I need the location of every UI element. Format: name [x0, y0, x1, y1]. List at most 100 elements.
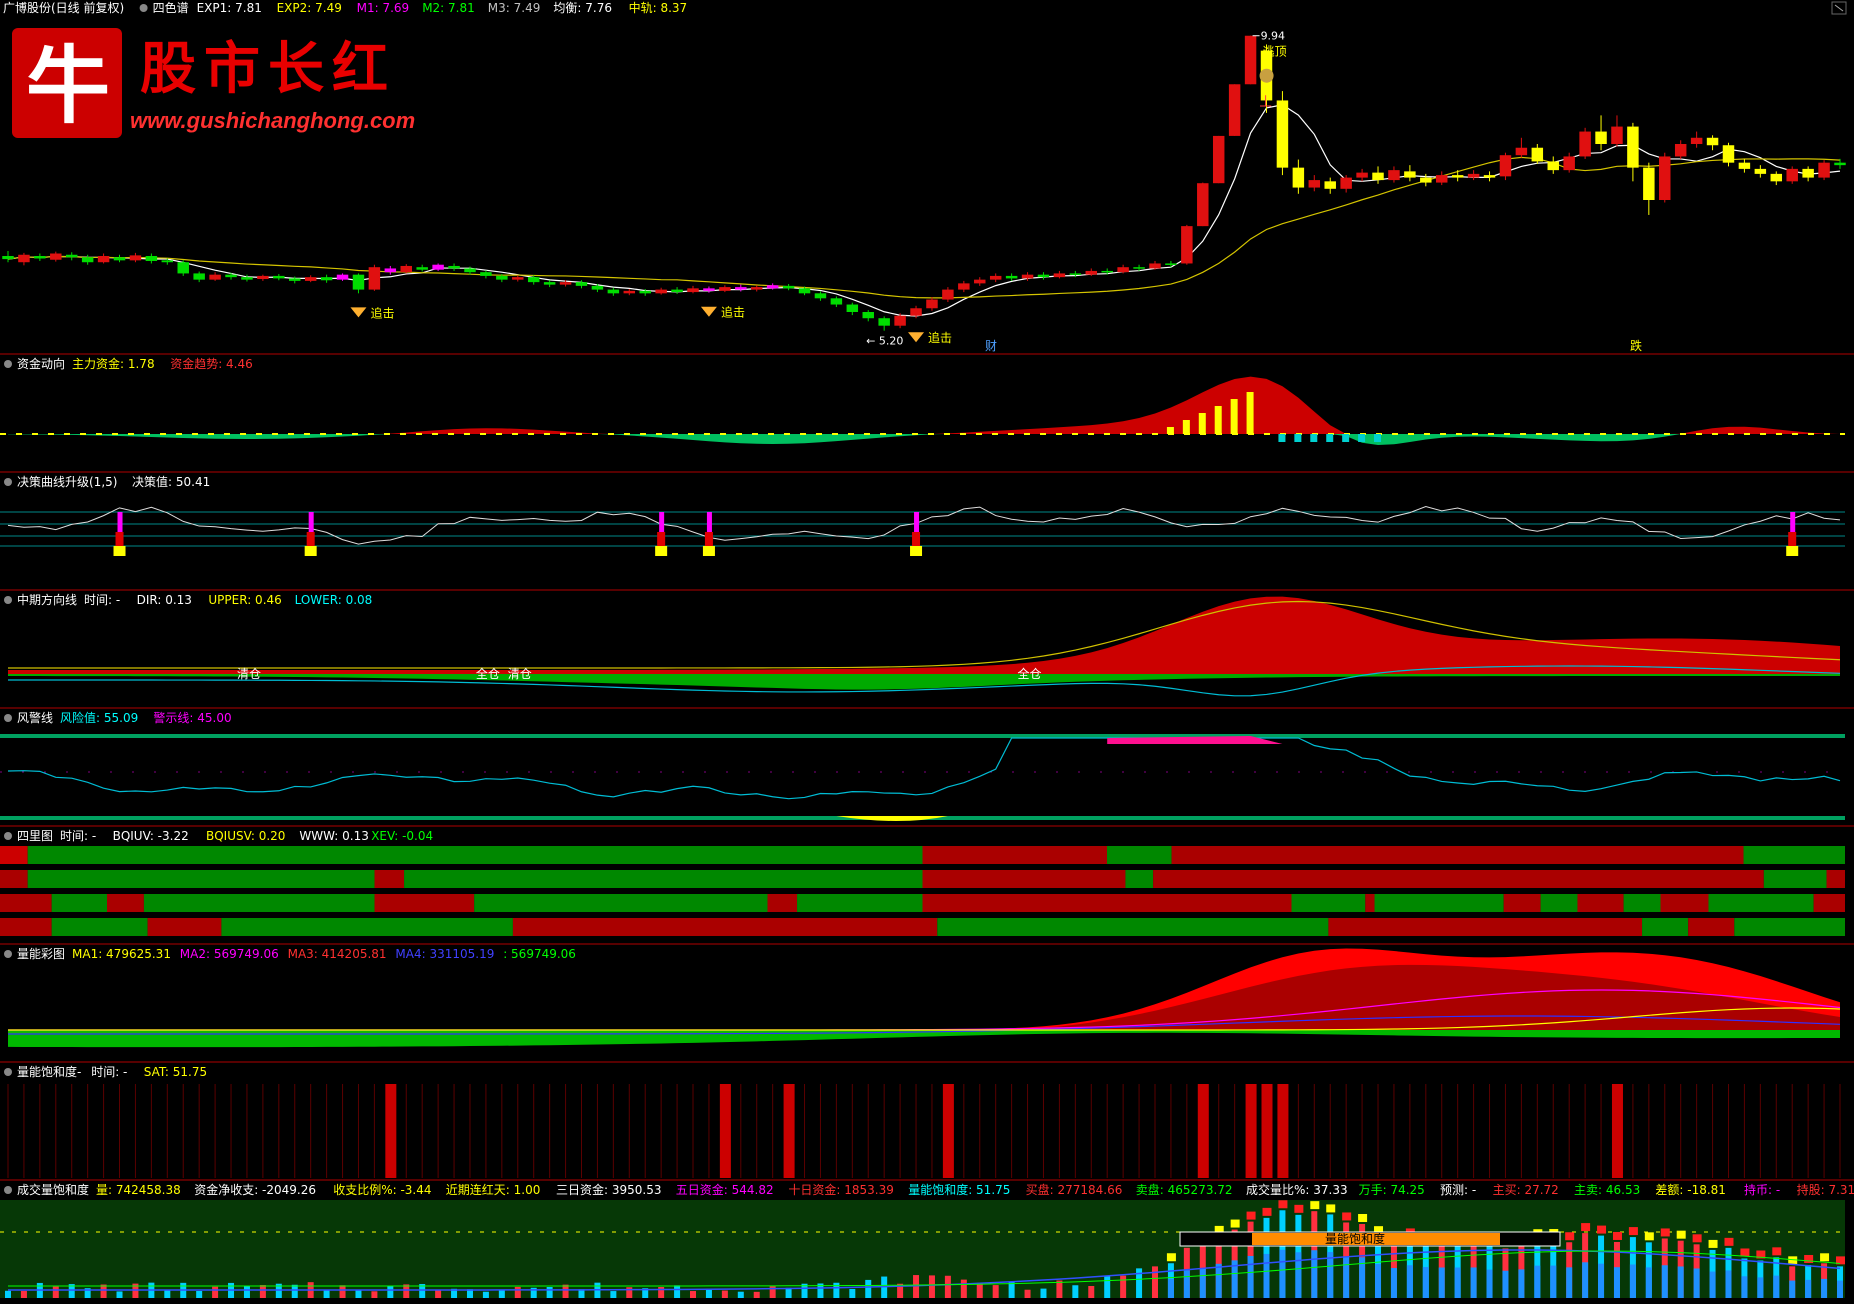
- candle[interactable]: [1420, 177, 1432, 183]
- candle[interactable]: [591, 285, 604, 290]
- candle[interactable]: [735, 287, 747, 290]
- volume-bar[interactable]: [387, 1285, 394, 1298]
- candle[interactable]: [50, 253, 62, 260]
- volume-bar[interactable]: [865, 1279, 872, 1298]
- volume-bar[interactable]: [482, 1291, 489, 1298]
- volume-bar[interactable]: [291, 1284, 298, 1298]
- candle[interactable]: [1101, 270, 1113, 273]
- volume-bar[interactable]: [435, 1290, 442, 1298]
- volume-bar[interactable]: [1072, 1285, 1079, 1298]
- candle[interactable]: [496, 275, 508, 280]
- candle[interactable]: [512, 277, 524, 280]
- candle[interactable]: [1037, 274, 1050, 278]
- candle[interactable]: [1356, 172, 1368, 178]
- volume-bar[interactable]: [690, 1291, 697, 1298]
- volume-bar[interactable]: [928, 1275, 935, 1298]
- volume-bar[interactable]: [546, 1286, 553, 1298]
- candle[interactable]: [1340, 177, 1352, 189]
- candle[interactable]: [958, 283, 970, 290]
- candle[interactable]: [1531, 147, 1544, 162]
- candle[interactable]: [1643, 167, 1655, 200]
- candle[interactable]: [1818, 162, 1830, 178]
- volume-bar[interactable]: [1024, 1289, 1031, 1298]
- candle[interactable]: [814, 293, 827, 299]
- volume-bar[interactable]: [562, 1284, 569, 1298]
- candle[interactable]: [432, 264, 444, 270]
- candle[interactable]: [1181, 226, 1193, 264]
- candle[interactable]: [81, 257, 94, 263]
- volume-bar[interactable]: [1151, 1266, 1158, 1298]
- candle[interactable]: [400, 265, 412, 273]
- candle[interactable]: [1627, 126, 1639, 168]
- volume-bar[interactable]: [355, 1290, 362, 1298]
- candle[interactable]: [878, 318, 890, 326]
- candle[interactable]: [1770, 173, 1783, 182]
- volume-bar[interactable]: [753, 1291, 760, 1298]
- volume-bar[interactable]: [259, 1285, 266, 1298]
- candle[interactable]: [798, 288, 811, 294]
- panel-settings-icon[interactable]: [4, 1068, 12, 1076]
- candle[interactable]: [766, 285, 779, 289]
- candle[interactable]: [257, 275, 269, 280]
- candle[interactable]: [750, 287, 763, 290]
- candle[interactable]: [719, 287, 731, 291]
- candle[interactable]: [687, 288, 699, 293]
- panel-settings-icon[interactable]: [4, 596, 12, 604]
- volume-bar[interactable]: [976, 1282, 983, 1298]
- candle[interactable]: [289, 278, 301, 281]
- volume-bar[interactable]: [833, 1282, 840, 1298]
- candle[interactable]: [336, 274, 349, 280]
- candle[interactable]: [241, 277, 253, 280]
- volume-bar[interactable]: [1040, 1288, 1047, 1298]
- candle[interactable]: [942, 289, 954, 300]
- candle[interactable]: [1005, 275, 1018, 279]
- candle[interactable]: [575, 282, 588, 286]
- candle[interactable]: [1308, 180, 1321, 188]
- candle[interactable]: [559, 282, 572, 285]
- candle[interactable]: [161, 260, 174, 263]
- candle[interactable]: [1754, 168, 1767, 174]
- candle[interactable]: [1690, 137, 1703, 144]
- candle[interactable]: [671, 289, 683, 293]
- volume-bar[interactable]: [52, 1286, 59, 1298]
- window-close-icon[interactable]: [1834, 4, 1844, 12]
- panel-settings-icon[interactable]: [4, 714, 12, 722]
- candle[interactable]: [910, 308, 922, 316]
- panel-settings-icon[interactable]: [4, 478, 12, 486]
- candle[interactable]: [34, 256, 46, 259]
- candle[interactable]: [384, 268, 397, 273]
- candle[interactable]: [703, 288, 715, 291]
- candle[interactable]: [1802, 168, 1814, 178]
- candle[interactable]: [368, 267, 381, 290]
- candle[interactable]: [1165, 263, 1177, 265]
- candle[interactable]: [623, 290, 636, 294]
- volume-bar[interactable]: [1104, 1275, 1111, 1298]
- candle[interactable]: [1451, 175, 1464, 178]
- settings-dot-icon[interactable]: [139, 4, 148, 12]
- volume-bar[interactable]: [243, 1286, 250, 1298]
- candle[interactable]: [273, 275, 285, 279]
- candle[interactable]: [1611, 126, 1623, 144]
- candle[interactable]: [1834, 162, 1846, 166]
- volume-bar[interactable]: [944, 1275, 951, 1298]
- candle[interactable]: [480, 272, 492, 276]
- candle[interactable]: [1674, 144, 1687, 157]
- candle[interactable]: [1069, 273, 1082, 275]
- candle[interactable]: [974, 279, 986, 284]
- volume-bar[interactable]: [658, 1286, 665, 1298]
- candle[interactable]: [193, 273, 205, 280]
- candle[interactable]: [543, 282, 556, 285]
- candle[interactable]: [926, 299, 938, 309]
- candle[interactable]: [782, 285, 795, 289]
- candle[interactable]: [177, 262, 189, 274]
- volume-bar[interactable]: [1088, 1286, 1095, 1298]
- volume-bar[interactable]: [913, 1275, 920, 1298]
- candle[interactable]: [65, 254, 78, 258]
- candle[interactable]: [1563, 156, 1575, 171]
- candle[interactable]: [225, 274, 237, 278]
- candle[interactable]: [1659, 156, 1671, 200]
- candle[interactable]: [1404, 171, 1416, 178]
- candle[interactable]: [1292, 167, 1305, 188]
- volume-bar[interactable]: [20, 1290, 27, 1298]
- candle[interactable]: [894, 315, 906, 326]
